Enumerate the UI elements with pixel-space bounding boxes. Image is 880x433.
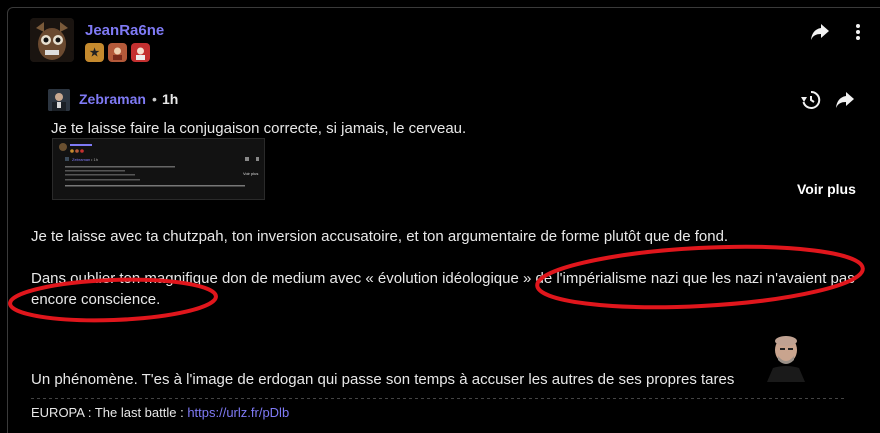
quote-author[interactable]: Zebraman (79, 91, 146, 107)
thumb-more: Voir plus (243, 171, 258, 176)
author-name[interactable]: JeanRa6ne (85, 22, 164, 39)
share-icon[interactable] (810, 22, 830, 42)
history-icon[interactable] (801, 90, 821, 110)
thumb-author: Zebraman (72, 157, 90, 162)
post-paragraph-2: Dans oublier ton magnifique don de mediu… (31, 270, 855, 308)
signature-link[interactable]: https://urlz.fr/pDlb (187, 405, 289, 420)
thumb-time: • 1h (91, 157, 98, 162)
quote-text: Je te laisse faire la conjugaison correc… (51, 120, 467, 137)
avatar[interactable] (30, 18, 74, 62)
signature-label: EUROPA : The last battle : (31, 405, 188, 420)
avatar-badge-2[interactable] (131, 43, 150, 62)
embedded-photo[interactable] (759, 330, 813, 382)
avatar-badge-1[interactable] (108, 43, 127, 62)
signature: EUROPA : The last battle : https://urlz.… (31, 405, 289, 420)
quote-time: 1h (162, 91, 179, 107)
quote-separator: • (152, 91, 157, 107)
quote-avatar[interactable] (48, 89, 70, 111)
post-actions (810, 22, 868, 42)
quote-actions (801, 90, 855, 110)
signature-divider (31, 398, 845, 399)
screenshot-thumbnail[interactable]: Zebraman • 1h Voir plus (52, 138, 265, 200)
see-more-button[interactable]: Voir plus (797, 181, 856, 197)
more-vertical-icon[interactable] (848, 22, 868, 42)
badge-list: ★ (85, 43, 150, 62)
post-paragraph-3: Un phénomène. T'es à l'image de erdogan … (31, 371, 735, 388)
share-icon[interactable] (835, 90, 855, 110)
star-badge[interactable]: ★ (85, 43, 104, 62)
post-paragraph-1: Je te laisse avec ta chutzpah, ton inver… (31, 228, 729, 245)
